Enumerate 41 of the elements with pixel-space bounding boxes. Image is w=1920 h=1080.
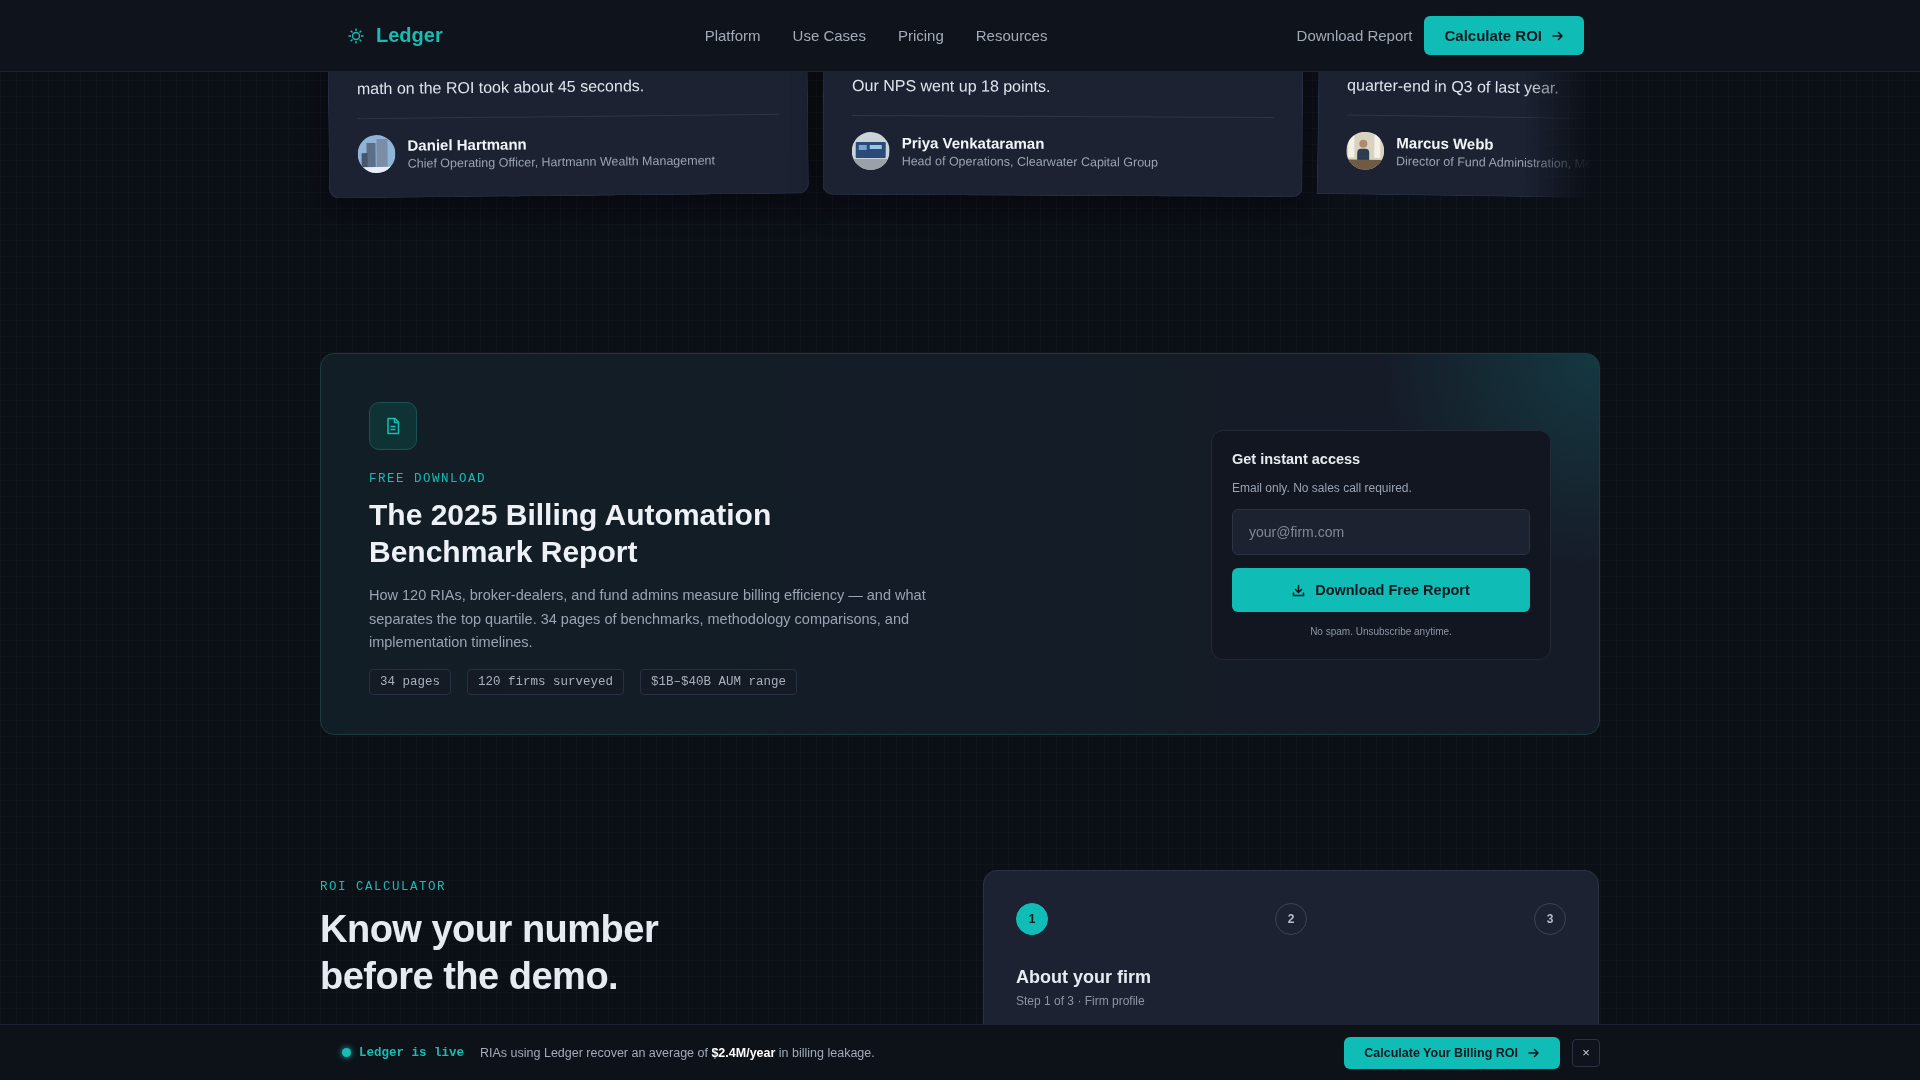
- close-button[interactable]: ×: [1572, 1038, 1600, 1067]
- nav-link[interactable]: Download Report: [1296, 27, 1413, 44]
- status-label: Ledger is live: [359, 1045, 465, 1060]
- nav-link[interactable]: Platform: [704, 27, 761, 44]
- author-name: Marcus Webb: [1396, 134, 1495, 154]
- author-role: Chief Operating Officer, Hartmann Wealth Management: [407, 153, 716, 171]
- email-field[interactable]: your@firm.com: [1232, 509, 1530, 555]
- report-description: How 120 RIAs, broker-dealers, and fund admins measure billing efficiency — and what separates the top quartile. 34 pages of benchmarks, methodology comparisons, and implementation timelines.: [369, 586, 927, 652]
- quote-text: quarter-end in Q3 of last year.: [1347, 76, 1560, 98]
- download-icon: [1292, 583, 1306, 597]
- tag: $1B–$40B AUM range: [640, 668, 798, 695]
- arrow-icon: [1528, 1046, 1540, 1059]
- quote-text: math on the ROI took about 45 seconds.: [356, 76, 646, 99]
- form-note: No spam. Unsubscribe anytime.: [1309, 626, 1453, 637]
- section-heading: Know your number before the demo.: [320, 907, 660, 999]
- author-role: Head of Operations, Clearwater Capital Group: [901, 154, 1159, 170]
- eyebrow-label: FREE DOWNLOAD: [369, 472, 488, 486]
- nav-link[interactable]: Resources: [975, 27, 1048, 44]
- tag: 120 firms surveyed: [467, 668, 625, 695]
- author-name: Priya Venkataraman: [901, 134, 1046, 153]
- author-name: Daniel Hartmann: [407, 134, 528, 154]
- nav-link[interactable]: Use Cases: [792, 27, 866, 44]
- logo-text[interactable]: Ledger: [376, 24, 443, 47]
- quote-text: Our NPS went up 18 points.: [852, 76, 1052, 97]
- step-title: About your firm: [1016, 967, 1152, 988]
- download-button[interactable]: Download Free Report: [1232, 568, 1530, 612]
- banner-message: RIAs using Ledger recover an average of $2.4M/year in billing leakage.: [480, 1045, 875, 1060]
- form-subtitle: Email only. No sales call required.: [1232, 481, 1413, 495]
- step-indicator[interactable]: 1: [1016, 903, 1048, 935]
- sun-icon: [348, 27, 364, 44]
- step-caption: Step 1 of 3 · Firm profile: [1016, 994, 1146, 1008]
- calculate-button[interactable]: Calculate Your Billing ROI: [1344, 1036, 1560, 1069]
- form-title: Get instant access: [1232, 451, 1362, 467]
- calculate-button[interactable]: Calculate ROI: [1424, 16, 1584, 55]
- tag: 34 pages: [369, 668, 451, 695]
- arrow-icon: [1552, 29, 1564, 42]
- eyebrow-label: ROI CALCULATOR: [320, 880, 448, 894]
- document-icon: [369, 402, 417, 450]
- nav-link[interactable]: Pricing: [897, 27, 944, 44]
- status-dot: [342, 1048, 351, 1057]
- report-title: The 2025 Billing Automation Benchmark Report: [369, 497, 773, 570]
